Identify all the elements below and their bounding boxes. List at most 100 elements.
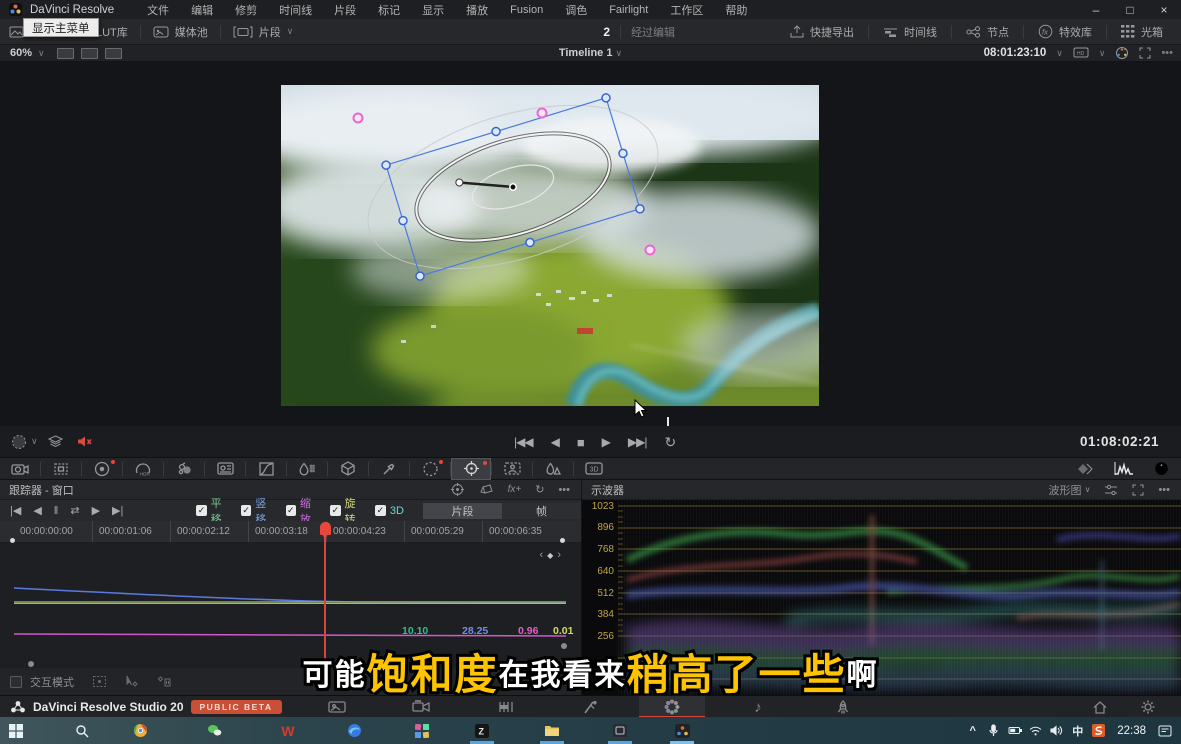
clip-chevron-icon[interactable]: ∨ bbox=[287, 26, 294, 37]
camera-raw-icon[interactable] bbox=[0, 458, 40, 480]
tracker-timeline-ruler[interactable]: 00:00:00:00 00:00:01:06 00:00:02:12 00:0… bbox=[0, 521, 581, 543]
move-point-icon[interactable] bbox=[125, 675, 139, 688]
scope-settings-icon[interactable] bbox=[1104, 484, 1118, 496]
tracker-target-icon[interactable] bbox=[450, 482, 465, 497]
ime-indicator[interactable]: 中 bbox=[1069, 723, 1086, 739]
scope-mode-select[interactable]: 波形图 ∨ bbox=[1049, 482, 1091, 498]
monitor-icon[interactable]: HD bbox=[1073, 47, 1089, 59]
taskbar-clock[interactable]: 22:38 bbox=[1117, 725, 1146, 737]
wechat-icon[interactable] bbox=[202, 719, 226, 743]
go-to-start-icon[interactable]: |◀◀ bbox=[514, 435, 533, 449]
3d-qualifier-icon[interactable] bbox=[328, 458, 368, 480]
keyframe-panel-icon[interactable] bbox=[1074, 462, 1094, 476]
menu-item-help[interactable]: 帮助 bbox=[714, 2, 758, 18]
video-frame[interactable] bbox=[281, 85, 819, 406]
tracker-options-icon[interactable]: ••• bbox=[558, 484, 570, 496]
settings-gear-icon[interactable] bbox=[1130, 696, 1166, 718]
stereo-3d-icon[interactable]: 3D bbox=[574, 458, 614, 480]
checkbox-3d[interactable]: ✓3D bbox=[375, 505, 404, 517]
qualifier-icon[interactable] bbox=[287, 458, 327, 480]
wps-icon[interactable]: W bbox=[276, 719, 300, 743]
track-back-icon[interactable]: ◀ bbox=[33, 504, 41, 517]
page-cut[interactable] bbox=[388, 696, 454, 718]
viewer-timecode[interactable]: 08:01:23:10 bbox=[984, 47, 1047, 59]
tracker-reset-icon[interactable]: ↻ bbox=[535, 483, 544, 496]
page-media[interactable] bbox=[304, 696, 370, 718]
menu-item-clip[interactable]: 片段 bbox=[323, 2, 367, 18]
viewer-options-icon[interactable]: ••• bbox=[1161, 47, 1173, 59]
nodes-panel-button[interactable]: 节点 bbox=[952, 24, 1023, 40]
volume-icon[interactable] bbox=[1048, 725, 1065, 736]
tracker-playhead[interactable] bbox=[320, 522, 331, 535]
mute-audio-icon[interactable] bbox=[77, 435, 93, 448]
color-wheels-icon[interactable] bbox=[82, 458, 122, 480]
grid-app-icon[interactable] bbox=[410, 719, 434, 743]
color-viewer-icon[interactable] bbox=[1115, 46, 1129, 60]
sizing-icon[interactable] bbox=[41, 458, 81, 480]
microphone-icon[interactable] bbox=[985, 724, 1002, 737]
effects-library-button[interactable]: fx 特效库 bbox=[1024, 24, 1106, 40]
browser-app-icon[interactable] bbox=[128, 719, 152, 743]
magic-mask-icon[interactable] bbox=[492, 458, 532, 480]
menu-item-workspace[interactable]: 工作区 bbox=[659, 2, 714, 18]
stop-icon[interactable]: ■ bbox=[577, 435, 584, 450]
power-window-icon[interactable] bbox=[410, 458, 450, 480]
scopes-panel-icon[interactable] bbox=[1114, 461, 1134, 476]
lut-library-button[interactable]: LUT库 bbox=[96, 24, 128, 40]
menu-item-edit[interactable]: 编辑 bbox=[180, 2, 224, 18]
hdr-wheels-icon[interactable]: HDR bbox=[123, 458, 163, 480]
scope-options-icon[interactable]: ••• bbox=[1158, 484, 1170, 496]
track-both-icon[interactable]: ⇄ bbox=[70, 504, 79, 517]
tab-clip[interactable]: 片段 bbox=[423, 503, 502, 519]
track-to-start-icon[interactable]: |◀ bbox=[10, 504, 21, 517]
media-pool-button[interactable]: 媒体池 bbox=[175, 24, 208, 40]
notification-center-icon[interactable] bbox=[1156, 725, 1173, 737]
maximize-icon[interactable]: □ bbox=[1113, 0, 1147, 19]
menu-item-fairlight[interactable]: Fairlight bbox=[598, 4, 659, 16]
color-slice-icon[interactable] bbox=[164, 458, 204, 480]
dev-app-icon[interactable] bbox=[608, 719, 632, 743]
page-color-active[interactable] bbox=[639, 696, 705, 718]
delete-point-icon[interactable] bbox=[157, 675, 171, 688]
tracker-3d-cube-icon[interactable] bbox=[479, 483, 494, 497]
file-explorer-icon[interactable] bbox=[540, 719, 564, 743]
menu-item-file[interactable]: 文件 bbox=[136, 2, 180, 18]
color-match-icon[interactable] bbox=[205, 458, 245, 480]
capture-app-icon[interactable]: Z bbox=[470, 719, 494, 743]
wifi-icon[interactable] bbox=[1027, 726, 1044, 736]
track-forward-icon[interactable]: ▶ bbox=[92, 504, 100, 517]
graph-scroll-handle[interactable] bbox=[28, 661, 34, 667]
battery-icon[interactable] bbox=[1006, 726, 1023, 735]
insert-box-icon[interactable] bbox=[92, 675, 107, 688]
menu-item-timeline[interactable]: 时间线 bbox=[268, 2, 323, 18]
tab-frame[interactable]: 帧 bbox=[502, 503, 581, 519]
menu-item-color[interactable]: 调色 bbox=[554, 2, 598, 18]
gallery-icon[interactable] bbox=[9, 26, 24, 38]
sogou-icon[interactable] bbox=[1090, 724, 1107, 737]
close-icon[interactable]: × bbox=[1147, 0, 1181, 19]
layers-icon[interactable] bbox=[48, 435, 63, 448]
scope-expand-icon[interactable] bbox=[1132, 484, 1144, 496]
play-icon[interactable]: ▶ bbox=[602, 435, 610, 449]
tracker-icon[interactable] bbox=[451, 458, 491, 480]
expand-viewer-icon[interactable] bbox=[1139, 47, 1151, 59]
page-fusion[interactable] bbox=[557, 696, 623, 718]
blur-palette-icon[interactable] bbox=[533, 458, 573, 480]
tray-expand-icon[interactable]: ^ bbox=[964, 725, 981, 737]
page-deliver[interactable] bbox=[810, 696, 876, 718]
search-icon[interactable] bbox=[70, 719, 94, 743]
menu-item-playback[interactable]: 播放 bbox=[455, 2, 499, 18]
track-to-end-icon[interactable]: ▶| bbox=[112, 504, 123, 517]
menu-item-fusion[interactable]: Fusion bbox=[499, 4, 554, 16]
davinci-taskbar-icon[interactable] bbox=[670, 719, 694, 743]
loop-icon[interactable]: ↻ bbox=[664, 434, 675, 451]
curves-icon[interactable] bbox=[246, 458, 286, 480]
page-fairlight[interactable]: ♪ bbox=[725, 696, 791, 718]
edge-browser-icon[interactable] bbox=[342, 719, 366, 743]
interactive-mode-checkbox[interactable] bbox=[10, 676, 22, 688]
page-edit[interactable] bbox=[473, 696, 539, 718]
home-button[interactable] bbox=[1082, 696, 1118, 718]
menu-item-mark[interactable]: 标记 bbox=[367, 2, 411, 18]
clip-button[interactable]: 片段 bbox=[259, 24, 281, 40]
app-logo-icon[interactable] bbox=[9, 3, 22, 16]
